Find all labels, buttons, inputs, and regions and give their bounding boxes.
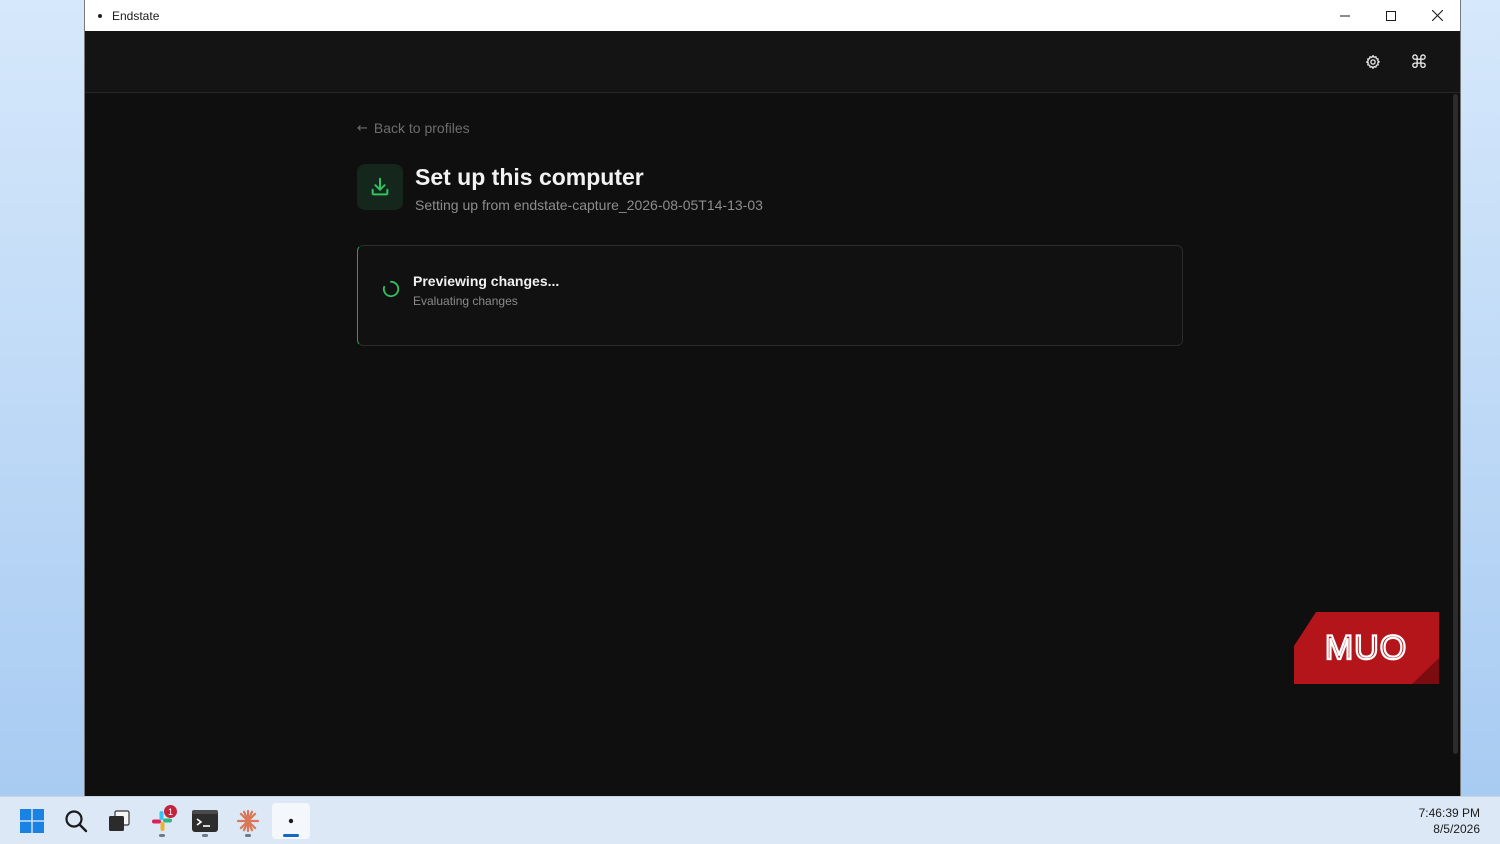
download-icon-tile bbox=[357, 164, 403, 210]
status-title: Previewing changes... bbox=[413, 273, 560, 289]
status-subtitle: Evaluating changes bbox=[413, 294, 518, 308]
endstate-icon bbox=[288, 818, 294, 824]
taskbar-slack[interactable]: 1 bbox=[143, 803, 181, 839]
running-indicator bbox=[245, 834, 251, 837]
notification-badge: 1 bbox=[164, 805, 177, 818]
back-link-label: Back to profiles bbox=[373, 120, 470, 136]
search-button[interactable] bbox=[57, 803, 95, 839]
arrow-left-icon: ← bbox=[357, 120, 368, 136]
taskbar-claude[interactable] bbox=[229, 803, 267, 839]
app-header: ⌘ bbox=[85, 31, 1460, 93]
task-view-icon bbox=[109, 810, 130, 831]
active-indicator bbox=[283, 834, 299, 837]
app-icon bbox=[98, 13, 102, 18]
minimize-icon bbox=[1340, 15, 1350, 16]
minimize-button[interactable] bbox=[1322, 0, 1368, 31]
page-title: Set up this computer bbox=[415, 164, 644, 190]
page-subtitle: Setting up from endstate-capture_2026-08… bbox=[415, 197, 763, 213]
main-content: ← Back to profiles Set up this computer … bbox=[85, 94, 1460, 796]
running-indicator bbox=[159, 834, 165, 837]
settings-button[interactable] bbox=[1361, 50, 1385, 74]
windows-icon bbox=[20, 809, 44, 833]
start-button[interactable] bbox=[13, 803, 51, 839]
muo-watermark-logo: MUO bbox=[1294, 612, 1439, 684]
command-icon: ⌘ bbox=[1410, 51, 1428, 73]
watermark-text: MUO bbox=[1325, 629, 1407, 667]
scrollbar[interactable] bbox=[1453, 94, 1458, 754]
window-controls bbox=[1322, 0, 1460, 31]
window-title: Endstate bbox=[112, 8, 160, 23]
taskbar-terminal[interactable] bbox=[186, 803, 224, 839]
download-icon bbox=[371, 177, 389, 196]
desktop-wallpaper-right bbox=[1461, 0, 1500, 796]
desktop-wallpaper-left bbox=[0, 0, 84, 796]
status-card: Previewing changes... Evaluating changes bbox=[357, 245, 1183, 346]
task-view-button[interactable] bbox=[100, 803, 138, 839]
taskbar: 1 7:46:39 PM 8/5/2026 bbox=[0, 796, 1500, 844]
running-indicator bbox=[202, 834, 208, 837]
maximize-icon bbox=[1386, 10, 1396, 21]
command-palette-button[interactable]: ⌘ bbox=[1407, 50, 1431, 74]
close-button[interactable] bbox=[1414, 0, 1460, 31]
taskbar-endstate[interactable] bbox=[272, 803, 310, 839]
clock-date: 8/5/2026 bbox=[1433, 822, 1480, 836]
search-icon bbox=[65, 810, 88, 833]
maximize-button[interactable] bbox=[1368, 0, 1414, 31]
app-window: Endstate ⌘ ← Back to profiles Set up thi… bbox=[84, 0, 1461, 796]
close-icon bbox=[1431, 10, 1443, 21]
terminal-icon bbox=[192, 810, 218, 832]
gear-icon bbox=[1366, 55, 1380, 69]
clock-time: 7:46:39 PM bbox=[1418, 806, 1480, 820]
back-to-profiles-link[interactable]: ← Back to profiles bbox=[357, 120, 470, 136]
spinner-icon bbox=[382, 280, 400, 298]
window-titlebar[interactable]: Endstate bbox=[85, 0, 1460, 31]
system-clock[interactable]: 7:46:39 PM 8/5/2026 bbox=[1419, 805, 1480, 837]
claude-icon bbox=[236, 809, 260, 833]
